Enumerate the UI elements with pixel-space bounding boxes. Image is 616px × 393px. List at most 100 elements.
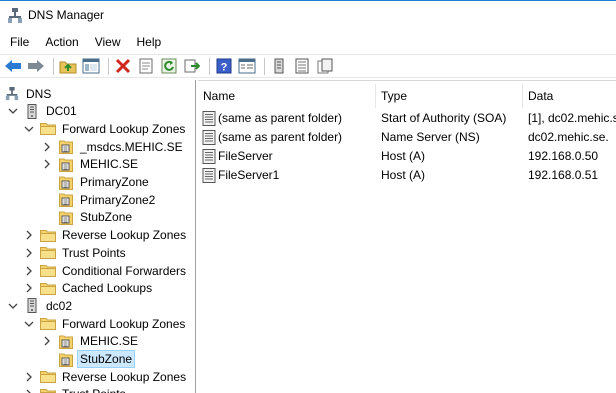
column-header-data[interactable]: Data [523,84,616,108]
server-icon [24,298,40,314]
chevron-right-icon[interactable] [24,389,34,393]
chevron-right-icon[interactable] [24,283,34,293]
tree-item-label: Forward Lookup Zones [62,121,186,136]
menu-help[interactable]: Help [129,31,170,53]
tree-item[interactable]: StubZone [42,350,136,368]
help-icon[interactable]: ? [214,56,234,76]
tree-item-label: PrimaryZone [80,175,149,189]
tree-item[interactable]: Reverse Lookup Zones [24,368,188,385]
tree-item-label: Trust Points [62,245,126,260]
folder-icon [40,387,56,393]
new-host-icon[interactable] [269,56,289,76]
tree-item[interactable]: Forward Lookup Zones [24,120,187,137]
chevron-right-icon[interactable] [42,142,52,152]
tree-item[interactable]: MEHIC.SE [42,333,140,350]
table-row[interactable]: FileServer1 Host (A) 192.168.0.51 [198,166,616,185]
up-folder-icon[interactable] [58,56,78,76]
table-row[interactable]: FileServer Host (A) 192.168.0.50 [198,147,616,166]
tree-item[interactable]: MEHIC.SE [42,156,140,173]
chevron-right-icon[interactable] [42,336,52,346]
export-icon[interactable] [182,56,202,76]
chevron-right-icon[interactable] [24,248,34,258]
column-header-name[interactable]: Name [198,84,376,108]
zone-icon [58,157,74,172]
record-name: FileServer1 [218,168,280,182]
dns-record-icon [202,111,216,126]
tree-item[interactable]: Trust Points [24,386,128,393]
tree-item[interactable]: _msdcs.MEHIC.SE [42,138,185,155]
menu-view[interactable]: View [87,31,129,53]
zone-icon [58,193,74,208]
zone-icon [58,175,74,190]
title-accent-line [0,0,616,1]
console-tree[interactable]: DNS DC01 Forward Lookup Zones _msdcs.MEHIC.… [0,80,196,393]
chevron-right-icon[interactable] [24,372,34,382]
folder-icon [40,264,56,278]
chevron-down-icon[interactable] [24,319,34,329]
dns-record-icon [202,168,216,183]
refresh-icon[interactable] [159,56,179,76]
chevron-right-icon[interactable] [42,159,52,169]
chevron-down-icon[interactable] [8,106,18,116]
tree-item[interactable]: Forward Lookup Zones [24,315,187,332]
record-data: [1], dc02.mehic.se. [528,111,616,125]
menu-bar: File Action View Help [0,31,616,53]
tree-item[interactable]: PrimaryZone [42,174,151,191]
tree-item-label: _msdcs.MEHIC.SE [80,139,183,154]
new-mail-exchanger-icon[interactable] [315,56,335,76]
details-view-icon[interactable] [237,56,257,76]
delete-icon[interactable] [113,56,133,76]
record-name: FileServer [218,149,273,163]
record-name: (same as parent folder) [218,111,343,125]
folder-icon [40,122,56,136]
folder-icon [40,228,56,242]
dns-app-icon [8,8,22,23]
record-type: Host (A) [381,168,426,182]
record-name-cell: FileServer1 [202,166,374,185]
column-header-type[interactable]: Type [376,84,523,108]
table-row[interactable]: (same as parent folder) Name Server (NS) d… [198,128,616,147]
folder-icon [40,370,56,384]
new-alias-icon[interactable] [292,56,312,76]
tree-item[interactable]: Conditional Forwarders [24,262,188,279]
tree-item[interactable]: PrimaryZone2 [42,191,157,208]
tree-item[interactable]: DC01 [8,103,79,120]
forward-arrow-icon[interactable] [26,56,46,76]
tree-item-label: Cached Lookups [62,281,153,296]
toolbar-separator [209,57,210,75]
record-data: 192.168.0.51 [528,168,599,182]
tree-item[interactable]: dc02 [8,297,74,314]
dns-record-icon [202,130,216,145]
tree-item[interactable]: Trust Points [24,244,128,261]
table-row[interactable]: (same as parent folder) Start of Authorit… [198,109,616,128]
menu-action[interactable]: Action [37,31,86,53]
tree-item[interactable]: Cached Lookups [24,280,154,297]
folder-icon [40,246,56,260]
record-data: 192.168.0.50 [528,149,599,163]
zone-icon [58,352,74,367]
show-tree-icon[interactable] [81,56,101,76]
toolbar-separator [53,57,54,75]
chevron-down-icon[interactable] [8,301,18,311]
tree-item-label: Conditional Forwarders [62,263,187,278]
back-arrow-icon[interactable] [3,56,23,76]
zone-icon [58,210,74,225]
tree-item-label: Reverse Lookup Zones [62,369,187,384]
tree-item[interactable]: DNS [4,85,53,102]
properties-icon[interactable] [136,56,156,76]
record-type: Name Server (NS) [381,130,480,144]
menu-file[interactable]: File [2,31,37,53]
chevron-right-icon[interactable] [24,230,34,240]
chevron-down-icon[interactable] [24,124,34,134]
tree-item[interactable]: Reverse Lookup Zones [24,227,188,244]
tree-item-label: MEHIC.SE [80,157,139,172]
toolbar-separator [108,57,109,75]
results-border [198,80,616,81]
chevron-right-icon[interactable] [24,266,34,276]
record-name: (same as parent folder) [218,130,343,144]
record-data: dc02.mehic.se. [528,130,609,144]
window-title: DNS Manager [28,8,105,22]
tree-item[interactable]: StubZone [42,209,134,226]
